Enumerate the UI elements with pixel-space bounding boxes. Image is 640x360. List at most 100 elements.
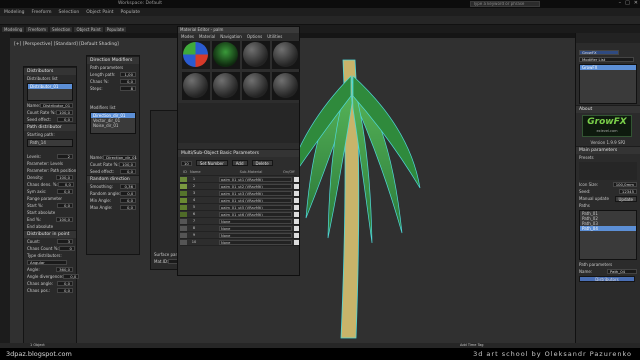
maximize-icon[interactable]: □ bbox=[625, 0, 630, 6]
min-angle-field[interactable]: 0,0 bbox=[120, 198, 136, 203]
material-slot-5[interactable] bbox=[182, 72, 210, 100]
row-id[interactable]: 8 bbox=[189, 226, 199, 230]
update-button[interactable]: Update bbox=[614, 195, 637, 202]
seed-field[interactable]: 0,0 bbox=[120, 169, 136, 174]
ribbon-tab[interactable]: Modeling bbox=[2, 26, 25, 32]
menu-item[interactable]: Populate bbox=[121, 10, 141, 15]
angle-field[interactable]: 360,0 bbox=[56, 267, 73, 272]
submaterial-button[interactable]: palm_01_ut5 (VRayMtl) bbox=[219, 204, 292, 210]
color-swatch[interactable] bbox=[180, 232, 187, 238]
list-item[interactable]: Path_04 bbox=[580, 226, 636, 231]
chaos-pos-field[interactable]: 0,0 bbox=[57, 288, 73, 293]
multi-sub-section[interactable]: Multi/Sub-Object Basic Parameters bbox=[178, 149, 299, 157]
color-swatch[interactable] bbox=[180, 218, 187, 224]
path-list[interactable]: Path_14 bbox=[27, 139, 73, 147]
color-swatch[interactable] bbox=[180, 211, 187, 217]
density-field[interactable]: 100,0 bbox=[56, 175, 73, 180]
submaterial-button[interactable]: palm_01_ut3 (VRayMtl) bbox=[219, 190, 292, 196]
col-name[interactable]: Name bbox=[190, 170, 219, 174]
steps-field[interactable]: 8 bbox=[120, 86, 136, 91]
chaos-field[interactable]: 0,0 bbox=[120, 79, 136, 84]
row-id[interactable]: 5 bbox=[189, 205, 199, 209]
menu-item[interactable]: Object Paint bbox=[86, 10, 113, 15]
material-count-field[interactable]: 10 bbox=[181, 160, 192, 166]
object-name-field[interactable]: GrowFX bbox=[579, 50, 619, 55]
table-row[interactable]: 8 None bbox=[180, 225, 299, 232]
submaterial-button[interactable]: palm_01_ut1 (VRayMtl) bbox=[219, 176, 292, 182]
on-off-checkbox[interactable] bbox=[294, 190, 299, 196]
length-field[interactable]: 1,00 bbox=[120, 72, 136, 77]
table-row[interactable]: 3 palm_01_ut3 (VRayMtl) bbox=[180, 190, 299, 197]
start-absolute-checkbox[interactable]: Start absolute bbox=[27, 210, 55, 215]
param-levels-label[interactable]: Parameter: Levels bbox=[27, 161, 63, 166]
distributor-point-section[interactable]: Distributor in point bbox=[24, 230, 76, 238]
material-slot-2[interactable] bbox=[212, 41, 240, 69]
material-slot-7[interactable] bbox=[242, 72, 270, 100]
submaterial-button[interactable]: palm_01_ut6 (VRayMtl) bbox=[219, 211, 292, 217]
max-angle-field[interactable]: 0,0 bbox=[120, 205, 136, 210]
list-item[interactable]: Distributor_01 bbox=[28, 84, 72, 89]
on-off-checkbox[interactable] bbox=[294, 211, 299, 217]
submaterial-button[interactable]: palm_01_ut4 (VRayMtl) bbox=[219, 197, 292, 203]
random-angle-field[interactable]: 0,0 bbox=[120, 191, 137, 196]
material-menu-item[interactable]: Modes bbox=[181, 34, 194, 39]
chaos-angle-field[interactable]: 0,0 bbox=[57, 281, 73, 286]
main-params-section[interactable]: Main parameters bbox=[576, 146, 640, 154]
submaterial-button[interactable]: None bbox=[219, 225, 292, 231]
name-field[interactable]: Direction_dir_01 bbox=[103, 155, 137, 160]
path-name-field[interactable]: Path_04 bbox=[607, 269, 637, 274]
submaterial-button[interactable]: None bbox=[219, 218, 292, 224]
icon-size-field[interactable]: 100,0mm bbox=[612, 182, 637, 187]
material-menu-item[interactable]: Material bbox=[199, 34, 215, 39]
random-direction-section[interactable]: Random direction bbox=[87, 175, 139, 183]
color-swatch[interactable] bbox=[180, 239, 187, 245]
stack-item[interactable]: GrowFX bbox=[580, 65, 636, 70]
color-swatch[interactable] bbox=[180, 176, 187, 182]
material-slot-1[interactable] bbox=[182, 41, 210, 69]
close-icon[interactable]: ✕ bbox=[634, 0, 638, 6]
start-field[interactable]: 0,0 bbox=[57, 203, 73, 208]
submaterial-button[interactable]: palm_01_ut2 (VRayMtl) bbox=[219, 183, 292, 189]
path-distributor-section[interactable]: Path distributor bbox=[24, 123, 76, 131]
name-field[interactable]: Distributor_01 bbox=[40, 103, 73, 108]
material-slot-4[interactable] bbox=[272, 41, 300, 69]
menu-item[interactable]: Selection bbox=[59, 10, 80, 15]
search-input[interactable]: Type a keyword or phrase bbox=[470, 1, 540, 7]
set-number-button[interactable]: Set Number bbox=[195, 160, 228, 166]
direction-section[interactable]: Direction Modifiers bbox=[87, 56, 139, 64]
table-row[interactable]: 7 None bbox=[180, 218, 299, 225]
ribbon-tab[interactable]: Populate bbox=[104, 26, 127, 32]
color-swatch[interactable] bbox=[180, 225, 187, 231]
on-off-checkbox[interactable] bbox=[294, 183, 299, 189]
list-item[interactable]: Path_14 bbox=[28, 140, 72, 145]
row-id[interactable]: 2 bbox=[189, 184, 199, 188]
on-off-checkbox[interactable] bbox=[294, 225, 299, 231]
material-menu-item[interactable]: Options bbox=[247, 34, 262, 39]
about-section[interactable]: About bbox=[576, 105, 640, 113]
param-path-label[interactable]: Parameter: Path position bbox=[27, 168, 76, 173]
table-row[interactable]: 5 palm_01_ut5 (VRayMtl) bbox=[180, 204, 299, 211]
submaterial-button[interactable]: None bbox=[219, 232, 292, 238]
on-off-checkbox[interactable] bbox=[294, 239, 299, 245]
row-id[interactable]: 10 bbox=[189, 240, 199, 244]
submaterial-button[interactable]: None bbox=[219, 239, 292, 245]
type-dropdown[interactable]: Angular bbox=[27, 260, 67, 265]
color-swatch[interactable] bbox=[180, 190, 187, 196]
material-slot-3[interactable] bbox=[242, 41, 270, 69]
on-off-checkbox[interactable] bbox=[294, 218, 299, 224]
table-row[interactable]: 6 palm_01_ut6 (VRayMtl) bbox=[180, 211, 299, 218]
color-swatch[interactable] bbox=[180, 197, 187, 203]
material-slot-8[interactable] bbox=[272, 72, 300, 100]
modifiers-list[interactable]: Direction_dir_01 Vector_dir_01 Noise_dir… bbox=[90, 112, 136, 134]
col-submaterial[interactable]: Sub-Material bbox=[219, 170, 283, 174]
count-rate-field[interactable]: 100,0 bbox=[119, 162, 136, 167]
minimize-icon[interactable]: – bbox=[619, 0, 622, 6]
table-row[interactable]: 4 palm_01_ut4 (VRayMtl) bbox=[180, 197, 299, 204]
command-panel-tabs[interactable] bbox=[576, 33, 640, 43]
material-menu-item[interactable]: Navigation bbox=[220, 34, 242, 39]
paths-list[interactable]: Path_01 Path_02 Path_03 Path_04 bbox=[579, 210, 637, 260]
ribbon-tab[interactable]: Selection bbox=[50, 26, 73, 32]
add-button[interactable]: Add bbox=[231, 160, 248, 166]
material-slot-6[interactable] bbox=[212, 72, 240, 100]
presets-area[interactable] bbox=[579, 162, 637, 180]
